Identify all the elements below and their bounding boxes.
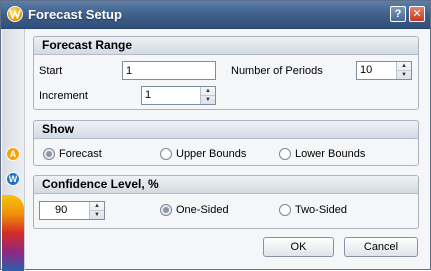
- help-button[interactable]: ?: [390, 6, 406, 22]
- ok-button[interactable]: OK: [263, 237, 334, 257]
- lower-bounds-radio-label: Lower Bounds: [295, 148, 366, 160]
- two-sided-radio-label: Two-Sided: [295, 204, 347, 216]
- radio-circle: [43, 148, 55, 160]
- weibull-w-logo-icon: W: [6, 172, 20, 186]
- radio-circle: [160, 204, 172, 216]
- spin-down-icon[interactable]: ▼: [397, 71, 411, 79]
- radio-circle: [279, 148, 291, 160]
- forecast-range-header: Forecast Range: [34, 37, 418, 55]
- one-sided-radio-label: One-Sided: [176, 204, 229, 216]
- upper-bounds-radio-label: Upper Bounds: [176, 148, 247, 160]
- number-of-periods-spinner[interactable]: 10 ▲ ▼: [356, 61, 412, 80]
- number-of-periods-label: Number of Periods: [231, 65, 323, 77]
- title-bar: Forecast Setup ? ✕: [1, 1, 430, 29]
- forecast-radio-label: Forecast: [59, 148, 102, 160]
- confidence-level-header: Confidence Level, %: [34, 176, 418, 194]
- spin-up-icon[interactable]: ▲: [397, 62, 411, 71]
- confidence-level-spinner[interactable]: 90 ▲ ▼: [39, 201, 105, 220]
- side-strip: A W: [2, 29, 25, 271]
- spin-up-icon[interactable]: ▲: [90, 202, 104, 211]
- decorative-swoosh: [2, 195, 24, 271]
- close-button[interactable]: ✕: [409, 6, 425, 22]
- number-of-periods-value: 10: [360, 64, 373, 76]
- spinner-buttons: ▲ ▼: [200, 87, 215, 104]
- confidence-level-group: Confidence Level, % 90 ▲ ▼ One-Sided Two…: [33, 175, 419, 229]
- radio-circle: [160, 148, 172, 160]
- radio-circle: [279, 204, 291, 216]
- spin-down-icon[interactable]: ▼: [90, 211, 104, 219]
- start-input[interactable]: [122, 61, 216, 80]
- increment-value: 1: [145, 89, 152, 101]
- show-header: Show: [34, 121, 418, 139]
- increment-label: Increment: [39, 90, 88, 102]
- weibull-a-logo-icon: A: [6, 147, 20, 161]
- increment-spinner[interactable]: 1 ▲ ▼: [141, 86, 216, 105]
- window-title: Forecast Setup: [28, 7, 122, 22]
- start-label: Start: [39, 65, 63, 77]
- app-logo-icon: [7, 6, 23, 22]
- confidence-level-value: 90: [55, 204, 68, 216]
- spin-up-icon[interactable]: ▲: [201, 87, 215, 96]
- spinner-buttons: ▲ ▼: [89, 202, 104, 219]
- forecast-setup-dialog: Forecast Setup ? ✕ A W Forecast Range St…: [0, 0, 431, 271]
- spin-down-icon[interactable]: ▼: [201, 96, 215, 104]
- forecast-range-group: Forecast Range Start Number of Periods 1…: [33, 36, 419, 110]
- show-group: Show Forecast Upper Bounds Lower Bounds: [33, 120, 419, 166]
- spinner-buttons: ▲ ▼: [396, 62, 411, 79]
- cancel-button[interactable]: Cancel: [344, 237, 418, 257]
